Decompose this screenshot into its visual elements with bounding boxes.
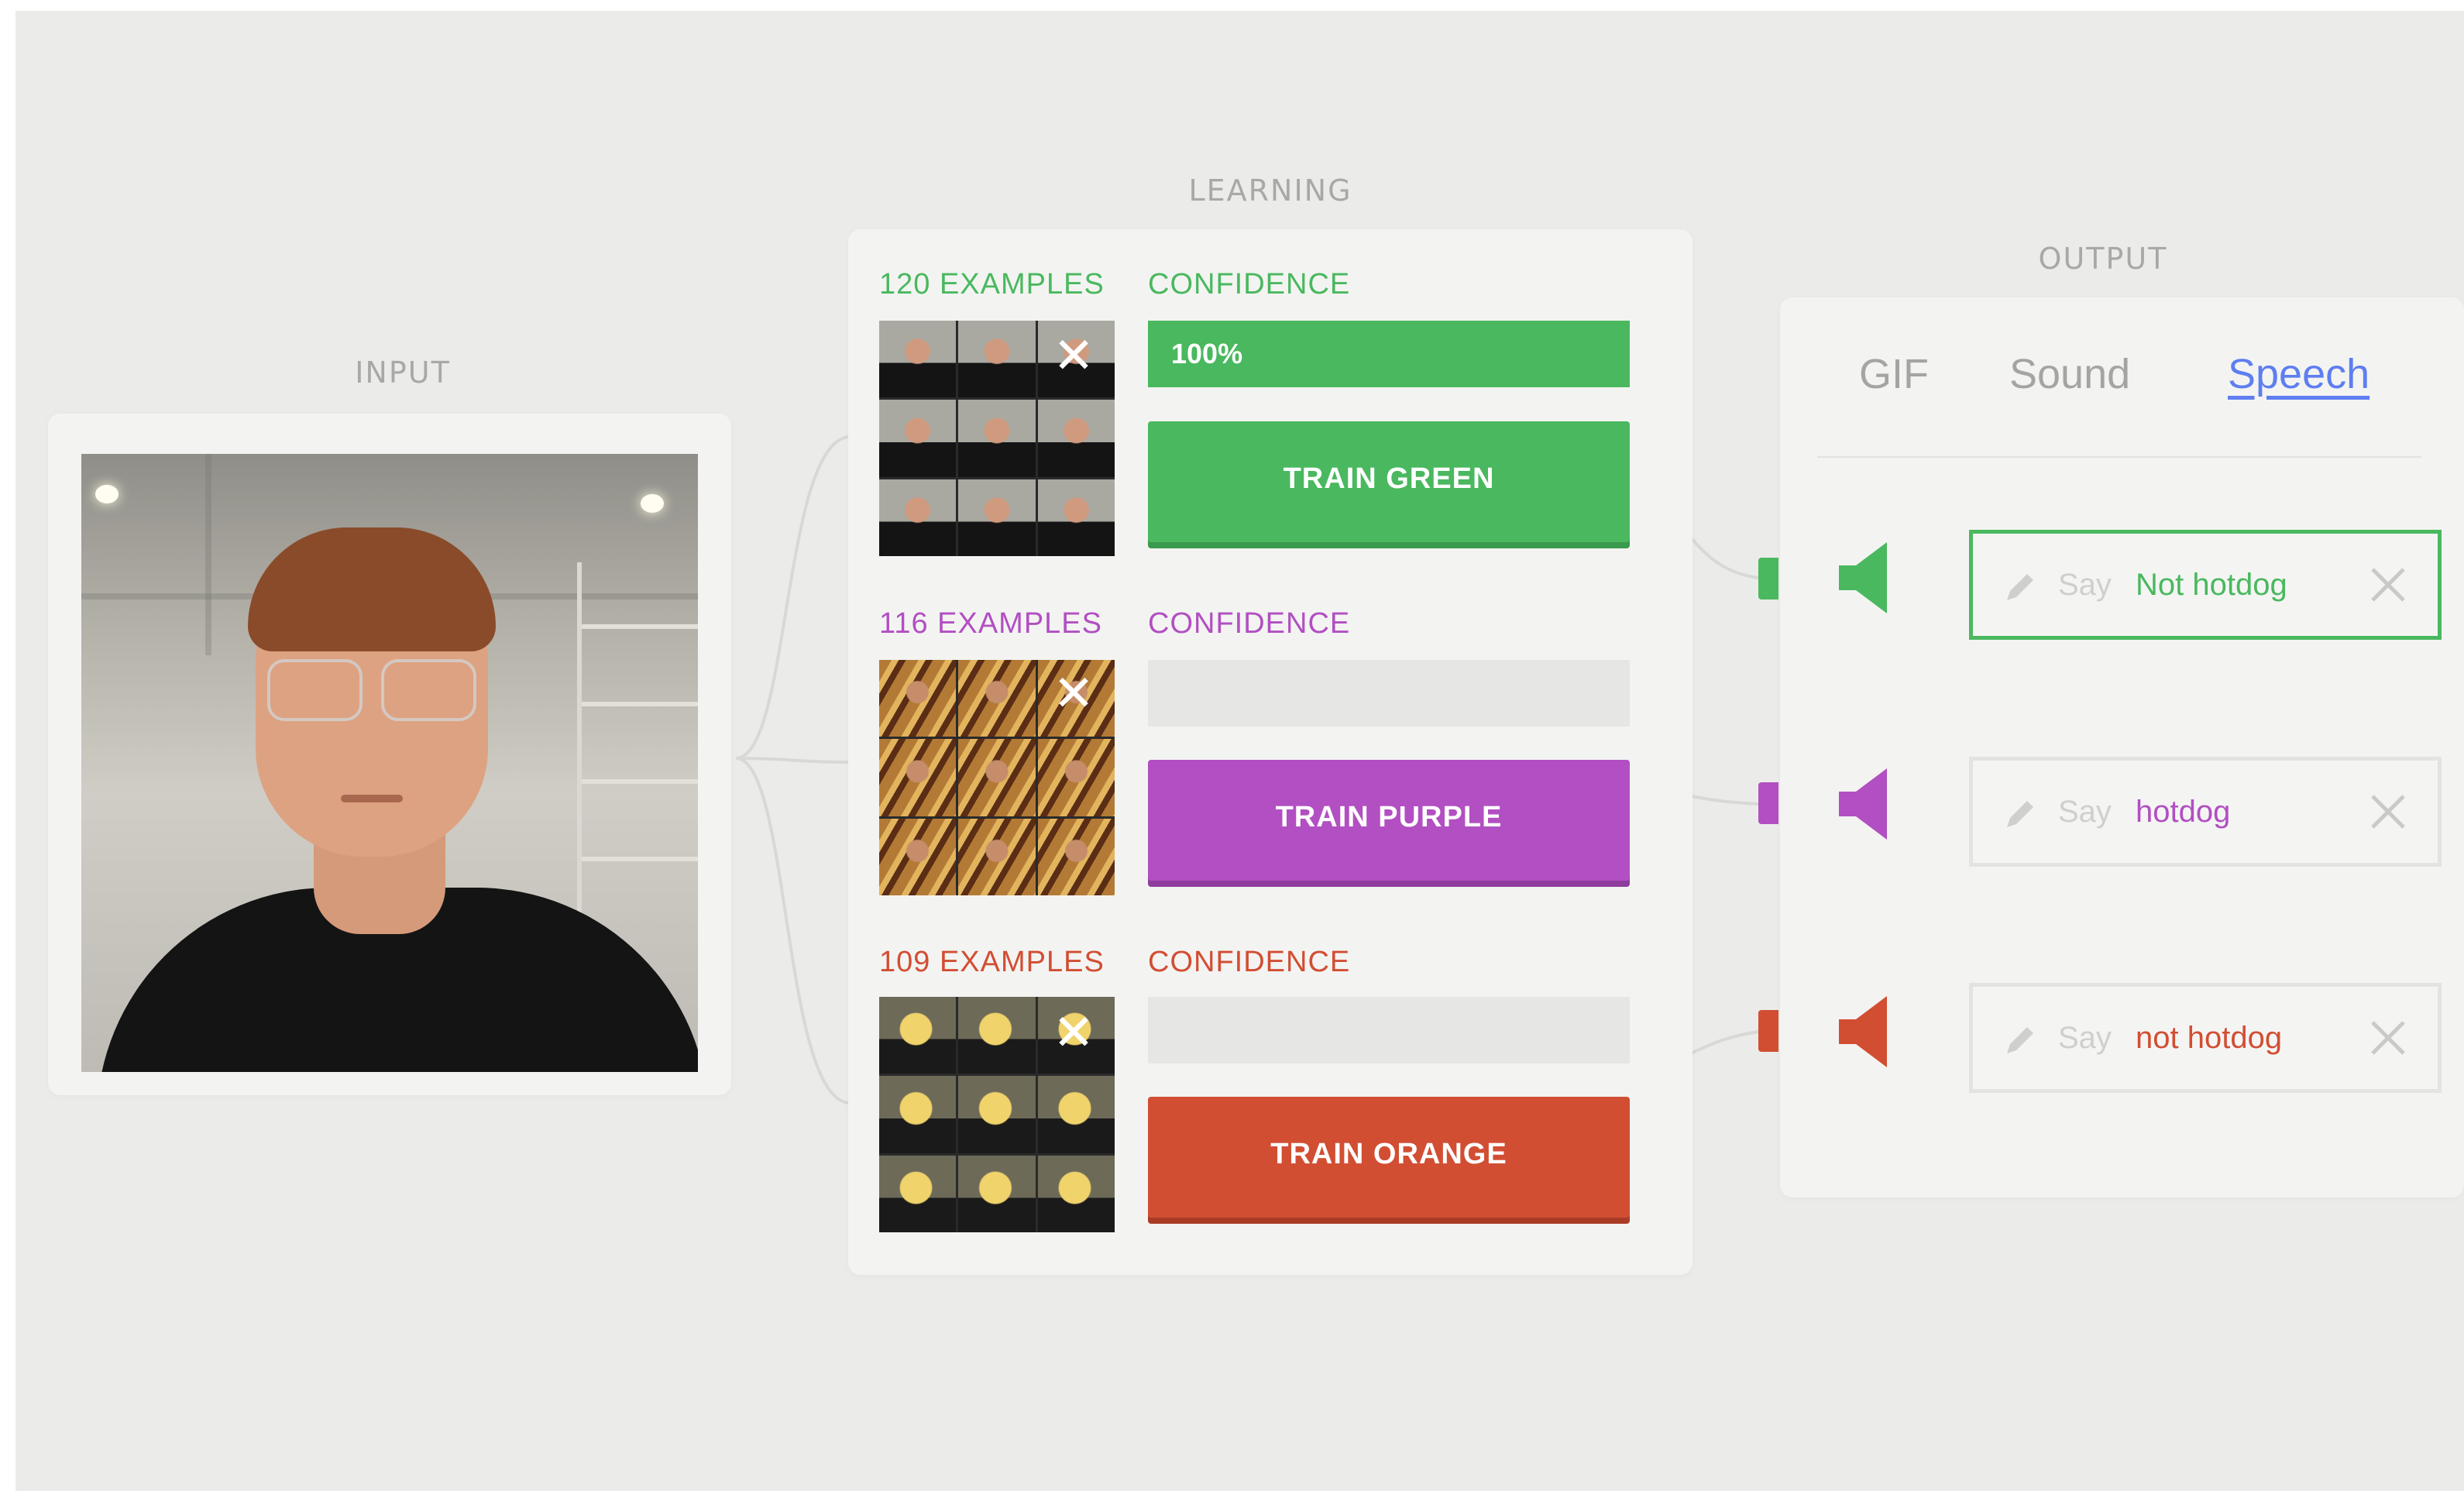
tab-speech[interactable]: Speech	[2228, 350, 2369, 398]
say-value-green[interactable]: Not hotdog	[2136, 534, 2287, 636]
speaker-icon	[1839, 768, 1887, 840]
close-icon[interactable]	[2366, 1016, 2410, 1060]
say-input-purple[interactable]: Say hotdog	[1969, 757, 2442, 867]
output-connector-purple	[1758, 782, 1778, 824]
say-prefix: Say	[2058, 1021, 2112, 1055]
say-input-orange[interactable]: Say not hotdog	[1969, 983, 2442, 1093]
examples-count-orange: 109 EXAMPLES	[879, 946, 1105, 978]
confidence-value-green: 100%	[1171, 338, 1243, 369]
output-connector-green	[1758, 558, 1778, 599]
input-heading: INPUT	[355, 356, 451, 390]
output-heading: OUTPUT	[2038, 242, 2168, 276]
pencil-icon	[2007, 1027, 2033, 1053]
close-icon[interactable]	[2366, 563, 2410, 606]
examples-count-green: 120 EXAMPLES	[879, 268, 1105, 301]
close-icon[interactable]: ✕	[1050, 332, 1097, 381]
say-value-purple[interactable]: hotdog	[2136, 761, 2230, 863]
confidence-label-purple: CONFIDENCE	[1148, 607, 1351, 640]
say-input-green[interactable]: Say Not hotdog	[1969, 530, 2442, 640]
train-green-button[interactable]: TRAIN GREEN	[1148, 421, 1630, 542]
confidence-bar-green: 100%	[1148, 321, 1630, 387]
webcam-feed	[81, 454, 698, 1072]
close-icon[interactable]	[2366, 790, 2410, 833]
tabs-divider	[1817, 456, 2421, 458]
speaker-icon	[1839, 996, 1887, 1067]
say-prefix: Say	[2058, 795, 2112, 829]
confidence-bar-orange	[1148, 997, 1630, 1063]
confidence-bar-purple	[1148, 660, 1630, 727]
say-prefix: Say	[2058, 568, 2112, 602]
learning-heading: LEARNING	[1188, 173, 1352, 208]
tab-sound[interactable]: Sound	[2009, 350, 2130, 398]
train-purple-button[interactable]: TRAIN PURPLE	[1148, 760, 1630, 881]
speaker-icon	[1839, 542, 1887, 613]
pencil-icon	[2007, 574, 2033, 600]
pencil-icon	[2007, 801, 2033, 827]
tab-gif[interactable]: GIF	[1859, 350, 1929, 398]
close-icon[interactable]: ✕	[1050, 669, 1097, 719]
train-orange-button[interactable]: TRAIN ORANGE	[1148, 1097, 1630, 1218]
say-value-orange[interactable]: not hotdog	[2136, 987, 2282, 1089]
teachable-machine-canvas: INPUT LEARNING 120 EXAMPLES CONFIDENCE ✕…	[15, 11, 2464, 1491]
close-icon[interactable]: ✕	[1050, 1008, 1097, 1058]
confidence-label-orange: CONFIDENCE	[1148, 946, 1351, 978]
output-connector-orange	[1758, 1010, 1778, 1052]
examples-count-purple: 116 EXAMPLES	[879, 607, 1103, 640]
confidence-label-green: CONFIDENCE	[1148, 268, 1351, 301]
